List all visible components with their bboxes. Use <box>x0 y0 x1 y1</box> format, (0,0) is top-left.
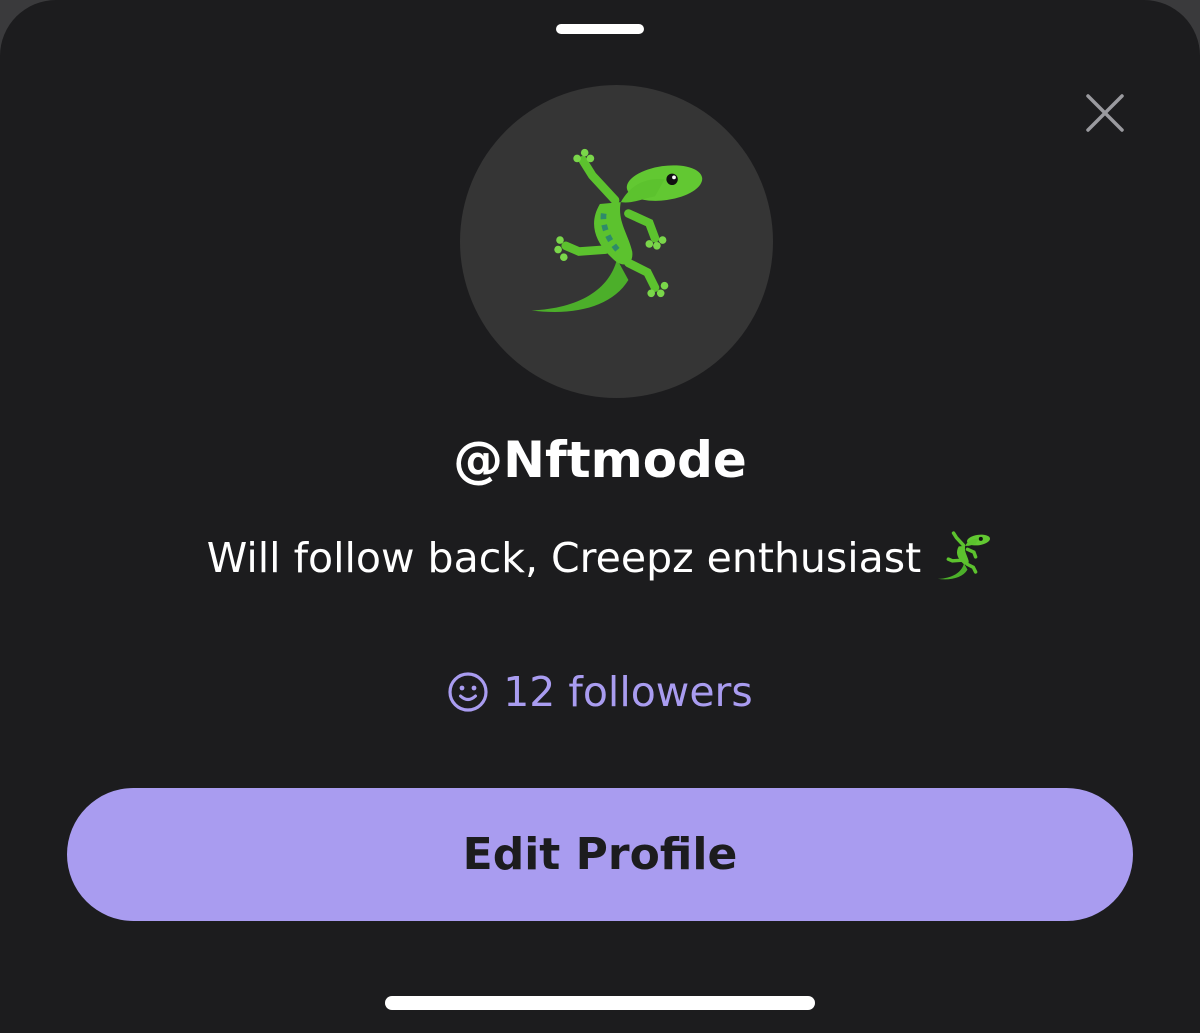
profile-sheet: @Nftmode Will follow back, Creepz enthus… <box>0 0 1200 1033</box>
lizard-icon <box>531 148 702 312</box>
close-icon <box>1086 94 1124 132</box>
lizard-icon <box>935 529 993 587</box>
avatar[interactable] <box>460 85 773 398</box>
close-button[interactable] <box>1080 88 1130 138</box>
edit-profile-button[interactable]: Edit Profile <box>67 788 1133 921</box>
bio: Will follow back, Creepz enthusiast <box>0 528 1200 588</box>
sheet-grabber[interactable] <box>556 24 644 34</box>
edit-profile-label: Edit Profile <box>462 829 738 880</box>
home-indicator[interactable] <box>385 996 815 1010</box>
smiley-face-icon <box>447 671 489 713</box>
username: @Nftmode <box>453 431 747 489</box>
bio-text: Will follow back, Creepz enthusiast <box>206 534 922 582</box>
followers-count: 12 followers <box>503 668 753 716</box>
followers-link[interactable]: 12 followers <box>0 664 1200 720</box>
